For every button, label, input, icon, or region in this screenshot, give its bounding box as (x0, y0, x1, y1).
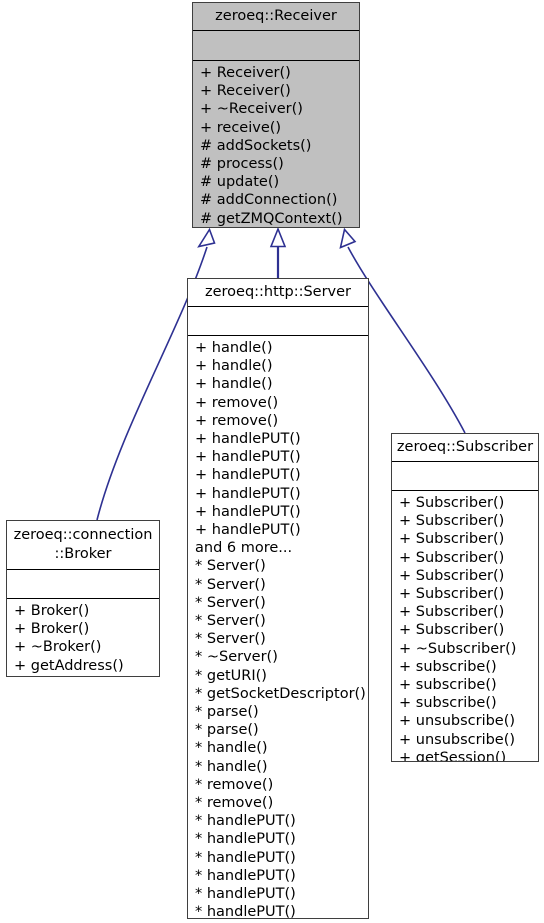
method-item: + unsubscribe() (399, 713, 516, 730)
method-item: + remove() (195, 412, 279, 429)
class-attributes-broker (7, 570, 159, 599)
method-item: * Server() (195, 594, 266, 611)
method-item: * parse() (195, 704, 259, 721)
method-item: + handlePUT() (195, 522, 301, 539)
method-item: * getURI() (195, 667, 267, 684)
class-methods-receiver: + Receiver() + Receiver() + ~Receiver() … (193, 61, 359, 227)
class-attributes-receiver (193, 31, 359, 61)
method-item: + Subscriber() (399, 513, 505, 530)
arrowhead-broker (197, 227, 216, 248)
method-item: # process() (200, 156, 284, 173)
class-methods-subscriber: + Subscriber() + Subscriber() + Subscrib… (392, 491, 538, 761)
method-item: + ~Subscriber() (399, 640, 517, 657)
method-item: + getSession() (399, 749, 507, 761)
class-title-server: zeroeq::http::Server (188, 279, 368, 307)
class-box-receiver[interactable]: zeroeq::Receiver + Receiver() + Receiver… (192, 2, 360, 228)
method-item: * ~Server() (195, 649, 278, 666)
method-item: # addConnection() (200, 192, 338, 209)
method-item: + handlePUT() (195, 467, 301, 484)
method-item: + Receiver() (200, 83, 291, 100)
method-item: + handlePUT() (195, 485, 301, 502)
method-item: * Server() (195, 631, 266, 648)
method-item: * remove() (195, 776, 274, 793)
method-item: + handlePUT() (195, 431, 301, 448)
method-item: + handlePUT() (195, 503, 301, 520)
method-item: + Subscriber() (399, 604, 505, 621)
method-item: * Server() (195, 558, 266, 575)
method-item: + Receiver() (200, 65, 291, 81)
method-item: + getAddress() (14, 657, 124, 674)
method-item: # update() (200, 174, 280, 191)
method-item: # addSockets() (200, 137, 312, 154)
method-item: + ~Broker() (14, 639, 102, 656)
method-item: * handlePUT() (195, 867, 296, 884)
method-item: + Subscriber() (399, 586, 505, 603)
method-item: + handle() (195, 340, 273, 356)
method-item: * Server() (195, 613, 266, 630)
class-attributes-server (188, 307, 368, 336)
method-item: + Subscriber() (399, 531, 505, 548)
method-item: * handle() (195, 758, 268, 775)
class-title-subscriber: zeroeq::Subscriber (392, 434, 538, 462)
method-item: * getSocketDescriptor() (195, 685, 366, 702)
method-item: + remove() (195, 394, 279, 411)
method-item: + Subscriber() (399, 622, 505, 639)
class-box-server[interactable]: zeroeq::http::Server + handle() + handle… (187, 278, 369, 919)
class-box-subscriber[interactable]: zeroeq::Subscriber + Subscriber() + Subs… (391, 433, 539, 762)
method-item: * handlePUT() (195, 831, 296, 848)
method-item: + Broker() (14, 621, 90, 638)
method-item: + receive() (200, 119, 282, 136)
method-item: + handle() (195, 376, 273, 393)
class-title-broker: zeroeq::connection ::Broker (7, 521, 159, 570)
method-item: * remove() (195, 795, 274, 812)
method-item: + Subscriber() (399, 567, 505, 584)
method-item: + subscribe() (399, 658, 497, 675)
method-item: * parse() (195, 722, 259, 739)
class-title-receiver: zeroeq::Receiver (193, 3, 359, 31)
uml-class-diagram: zeroeq::Receiver + Receiver() + Receiver… (0, 0, 544, 923)
method-item: + handle() (195, 358, 273, 375)
method-item: + subscribe() (399, 695, 497, 712)
method-item: + Broker() (14, 603, 90, 619)
method-item: * handlePUT() (195, 886, 296, 903)
class-methods-server: + handle() + handle() + handle() + remov… (188, 336, 368, 918)
arrowhead-server (269, 226, 287, 248)
method-item: * handlePUT() (195, 904, 296, 918)
method-item: * handlePUT() (195, 813, 296, 830)
method-item: * handle() (195, 740, 268, 757)
class-box-broker[interactable]: zeroeq::connection ::Broker + Broker() +… (6, 520, 160, 677)
class-methods-broker: + Broker() + Broker() + ~Broker() + getA… (7, 599, 159, 676)
method-item: * handlePUT() (195, 849, 296, 866)
method-item: + unsubscribe() (399, 731, 516, 748)
method-item: + ~Receiver() (200, 101, 303, 118)
method-item: + handlePUT() (195, 449, 301, 466)
method-item: # getZMQContext() (200, 210, 343, 227)
method-item: + Subscriber() (399, 549, 505, 566)
arrowhead-subscriber (339, 227, 357, 249)
method-more-indicator: and 6 more... (195, 540, 293, 557)
class-attributes-subscriber (392, 462, 538, 491)
method-item: + Subscriber() (399, 495, 505, 511)
method-item: * Server() (195, 576, 266, 593)
method-item: + subscribe() (399, 677, 497, 694)
